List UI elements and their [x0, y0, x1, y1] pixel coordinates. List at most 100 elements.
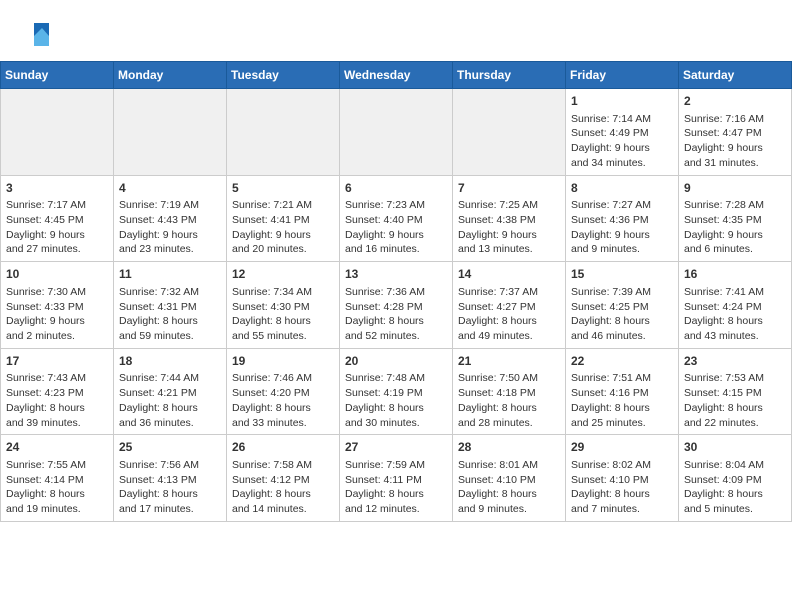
day-info: Sunrise: 7:55 AM — [6, 458, 108, 473]
day-info: Sunrise: 7:41 AM — [684, 285, 786, 300]
calendar-cell: 11Sunrise: 7:32 AMSunset: 4:31 PMDayligh… — [114, 262, 227, 349]
day-info: Daylight: 9 hours — [119, 228, 221, 243]
day-info: Daylight: 8 hours — [6, 487, 108, 502]
day-info: Sunrise: 7:50 AM — [458, 371, 560, 386]
day-info: Sunrise: 8:04 AM — [684, 458, 786, 473]
day-info: Sunset: 4:16 PM — [571, 386, 673, 401]
day-info: Daylight: 9 hours — [232, 228, 334, 243]
calendar-cell: 28Sunrise: 8:01 AMSunset: 4:10 PMDayligh… — [453, 435, 566, 522]
day-info: and 30 minutes. — [345, 416, 447, 431]
day-info: and 39 minutes. — [6, 416, 108, 431]
calendar-cell: 18Sunrise: 7:44 AMSunset: 4:21 PMDayligh… — [114, 348, 227, 435]
calendar-cell: 1 Sunrise: 7:14 AMSunset: 4:49 PMDaylight… — [566, 89, 679, 176]
calendar-header-row: SundayMondayTuesdayWednesdayThursdayFrid… — [1, 62, 792, 89]
weekday-header: Tuesday — [227, 62, 340, 89]
day-info: Sunset: 4:10 PM — [458, 473, 560, 488]
page-header — [0, 0, 792, 61]
day-info: Sunrise: 7:32 AM — [119, 285, 221, 300]
day-info: Daylight: 8 hours — [6, 401, 108, 416]
day-info: Sunrise: 7:34 AM — [232, 285, 334, 300]
day-info: Daylight: 8 hours — [684, 487, 786, 502]
day-number: 9 — [684, 180, 786, 197]
calendar-cell: 30Sunrise: 8:04 AMSunset: 4:09 PMDayligh… — [679, 435, 792, 522]
day-info: Daylight: 8 hours — [571, 487, 673, 502]
day-number: 12 — [232, 266, 334, 283]
day-info: Daylight: 8 hours — [232, 314, 334, 329]
day-info: Sunset: 4:09 PM — [684, 473, 786, 488]
calendar-cell — [340, 89, 453, 176]
day-info: and 7 minutes. — [571, 502, 673, 517]
day-info: and 20 minutes. — [232, 242, 334, 257]
day-info: Sunset: 4:28 PM — [345, 300, 447, 315]
calendar-cell: 24Sunrise: 7:55 AMSunset: 4:14 PMDayligh… — [1, 435, 114, 522]
calendar-cell: 29Sunrise: 8:02 AMSunset: 4:10 PMDayligh… — [566, 435, 679, 522]
day-info: and 13 minutes. — [458, 242, 560, 257]
day-info: Daylight: 8 hours — [684, 314, 786, 329]
day-info: Sunset: 4:18 PM — [458, 386, 560, 401]
day-info: Sunrise: 7:19 AM — [119, 198, 221, 213]
day-info: and 49 minutes. — [458, 329, 560, 344]
day-number: 1 — [571, 93, 673, 110]
calendar-cell: 22Sunrise: 7:51 AMSunset: 4:16 PMDayligh… — [566, 348, 679, 435]
day-info: Sunrise: 7:58 AM — [232, 458, 334, 473]
day-info: Sunrise: 7:48 AM — [345, 371, 447, 386]
day-info: and 9 minutes. — [458, 502, 560, 517]
day-info: and 52 minutes. — [345, 329, 447, 344]
calendar-cell: 13Sunrise: 7:36 AMSunset: 4:28 PMDayligh… — [340, 262, 453, 349]
day-info: and 9 minutes. — [571, 242, 673, 257]
day-info: Sunset: 4:20 PM — [232, 386, 334, 401]
day-number: 16 — [684, 266, 786, 283]
day-info: and 17 minutes. — [119, 502, 221, 517]
day-info: Sunset: 4:15 PM — [684, 386, 786, 401]
day-info: Daylight: 9 hours — [684, 141, 786, 156]
day-info: Sunset: 4:33 PM — [6, 300, 108, 315]
day-info: Daylight: 9 hours — [6, 314, 108, 329]
day-info: Sunrise: 7:43 AM — [6, 371, 108, 386]
calendar-cell: 20Sunrise: 7:48 AMSunset: 4:19 PMDayligh… — [340, 348, 453, 435]
day-info: Daylight: 9 hours — [6, 228, 108, 243]
calendar-cell: 7Sunrise: 7:25 AMSunset: 4:38 PMDaylight… — [453, 175, 566, 262]
day-info: Sunrise: 7:14 AM — [571, 112, 673, 127]
day-info: and 25 minutes. — [571, 416, 673, 431]
day-info: Sunset: 4:35 PM — [684, 213, 786, 228]
calendar-cell: 27Sunrise: 7:59 AMSunset: 4:11 PMDayligh… — [340, 435, 453, 522]
day-info: Daylight: 9 hours — [571, 228, 673, 243]
day-info: Sunset: 4:14 PM — [6, 473, 108, 488]
logo-text — [20, 18, 54, 53]
day-info: Daylight: 8 hours — [345, 487, 447, 502]
day-info: Daylight: 8 hours — [571, 314, 673, 329]
day-info: Sunset: 4:47 PM — [684, 126, 786, 141]
day-info: Sunrise: 7:56 AM — [119, 458, 221, 473]
day-number: 19 — [232, 353, 334, 370]
weekday-header: Saturday — [679, 62, 792, 89]
day-info: Sunset: 4:38 PM — [458, 213, 560, 228]
day-number: 8 — [571, 180, 673, 197]
day-info: Sunrise: 7:21 AM — [232, 198, 334, 213]
day-info: Daylight: 8 hours — [458, 487, 560, 502]
day-number: 23 — [684, 353, 786, 370]
calendar-cell: 19Sunrise: 7:46 AMSunset: 4:20 PMDayligh… — [227, 348, 340, 435]
calendar-cell — [453, 89, 566, 176]
day-number: 6 — [345, 180, 447, 197]
calendar-cell — [114, 89, 227, 176]
day-info: Sunset: 4:36 PM — [571, 213, 673, 228]
day-info: Sunset: 4:24 PM — [684, 300, 786, 315]
calendar-cell: 16 Sunrise: 7:41 AMSunset: 4:24 PMDayligh… — [679, 262, 792, 349]
logo-icon — [24, 18, 54, 53]
day-number: 14 — [458, 266, 560, 283]
day-info: Sunset: 4:49 PM — [571, 126, 673, 141]
calendar-week-row: 24Sunrise: 7:55 AMSunset: 4:14 PMDayligh… — [1, 435, 792, 522]
weekday-header: Monday — [114, 62, 227, 89]
day-info: and 14 minutes. — [232, 502, 334, 517]
day-info: Sunrise: 7:23 AM — [345, 198, 447, 213]
day-number: 28 — [458, 439, 560, 456]
calendar-cell: 2Sunrise: 7:16 AMSunset: 4:47 PMDaylight… — [679, 89, 792, 176]
day-info: and 31 minutes. — [684, 156, 786, 171]
day-info: Daylight: 8 hours — [119, 401, 221, 416]
day-info: Daylight: 9 hours — [571, 141, 673, 156]
day-info: and 55 minutes. — [232, 329, 334, 344]
day-info: Daylight: 8 hours — [345, 314, 447, 329]
day-info: Daylight: 8 hours — [571, 401, 673, 416]
day-number: 13 — [345, 266, 447, 283]
day-info: Sunset: 4:21 PM — [119, 386, 221, 401]
